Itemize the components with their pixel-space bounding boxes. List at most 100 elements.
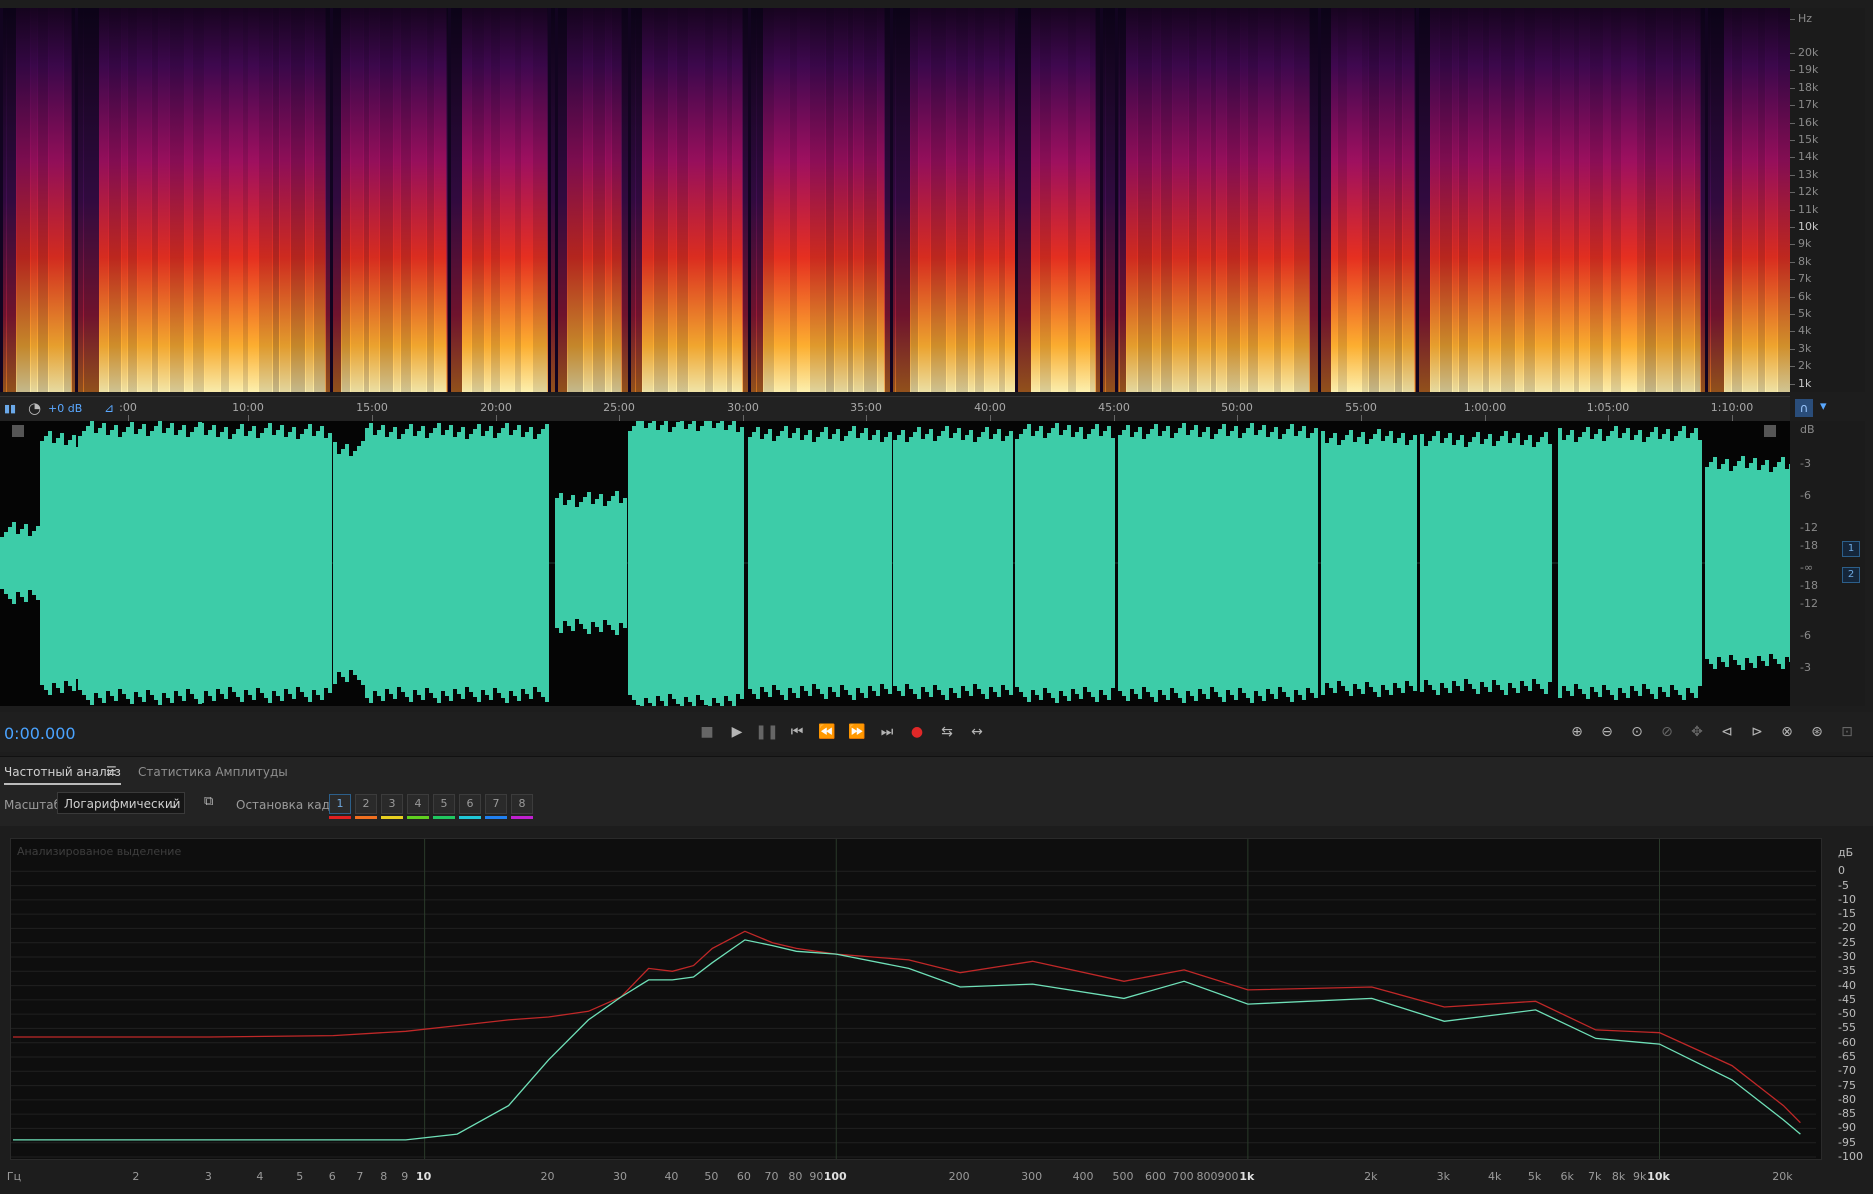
channel-toggle-left-icon[interactable] [12, 425, 24, 437]
zoom-in-time-button[interactable]: ⊲ [1715, 720, 1739, 744]
spectrogram-display[interactable] [0, 8, 1790, 392]
fast-forward-button[interactable]: ⏩ [845, 720, 869, 744]
copy-icon[interactable]: ⧉ [204, 794, 213, 809]
frame-stop-button-2[interactable]: 2 [355, 794, 377, 814]
time-ruler[interactable]: ▮▮ ◔ +0 dB ⊿ :00 10:00 15:00 20:00 25:00 30:0… [0, 396, 1827, 422]
spectrum-db-tick: -90 [1838, 1121, 1856, 1135]
waveform-sample [652, 421, 656, 706]
spectrogram-band [484, 8, 491, 392]
tab-amplitude-statistics[interactable]: Статистика Амплитуды [138, 765, 288, 779]
frame-stop-button-7[interactable]: 7 [485, 794, 507, 814]
frame-stop-button-5[interactable]: 5 [433, 794, 455, 814]
waveform-sample [150, 431, 154, 695]
waveform-sample [1099, 436, 1103, 690]
frame-stop-button-4[interactable]: 4 [407, 794, 429, 814]
spectrum-plot [11, 839, 1816, 1159]
zoom-selection-out-button[interactable]: ⊡ [1835, 720, 1859, 744]
current-time-display[interactable]: 0:00.000 [4, 724, 76, 743]
skip-selection-button[interactable]: ↔ [965, 720, 989, 744]
spectrogram-band [514, 8, 522, 392]
panel-menu-icon[interactable]: ☰ [106, 764, 117, 778]
zoom-in-amplitude-button[interactable]: ⊕ [1565, 720, 1589, 744]
frequency-tick-label: 10 [415, 1170, 432, 1183]
tab-frequency-analysis[interactable]: Частотный анализ [4, 765, 121, 785]
zoom-center-button[interactable]: ✥ [1685, 720, 1709, 744]
waveform-sample [1524, 440, 1528, 686]
frame-stop-button-3[interactable]: 3 [381, 794, 403, 814]
waveform-sample [1472, 437, 1476, 689]
waveform-sample [240, 424, 244, 702]
spectrogram-band [184, 8, 193, 392]
headphones-icon[interactable]: ∩ [1795, 399, 1813, 417]
waveform-sample [748, 437, 752, 689]
waveform-sample [1741, 456, 1745, 670]
waveform-sample [308, 424, 312, 702]
zoom-full-button[interactable]: ⊗ [1775, 720, 1799, 744]
waveform-sample [953, 433, 957, 693]
waveform-sample [1590, 439, 1594, 687]
waveform-sample [1520, 445, 1524, 681]
channel-1-badge[interactable]: 1 [1842, 541, 1860, 557]
play-button[interactable]: ▶ [725, 720, 749, 744]
hz-tick-label: 8k [1789, 254, 1812, 268]
waveform-display[interactable] [0, 421, 1790, 706]
pin-icon[interactable]: ⊿ [104, 401, 114, 415]
pause-button[interactable]: ❚❚ [755, 720, 779, 744]
waveform-sample [513, 430, 517, 696]
spectrum-db-ruler: дБ 0 -5 -10 -15 -20 -25 -30 -35 -40 -45 -50 -55 -60 -6… [1822, 834, 1873, 1164]
waveform-sample [541, 429, 545, 697]
zoom-out-full-button[interactable]: ⊛ [1805, 720, 1829, 744]
spectrogram-band [713, 8, 727, 392]
channel-toggle-right-icon[interactable] [1764, 425, 1776, 437]
waveform-sample [1329, 438, 1333, 688]
waveform-sample [893, 440, 897, 686]
waveform-sample [1158, 436, 1162, 690]
zoom-out-amplitude-button[interactable]: ⊖ [1595, 720, 1619, 744]
waveform-sample [1698, 440, 1702, 686]
spectrogram-band [653, 8, 669, 392]
frequency-analysis-chart[interactable]: Анализированое выделение [10, 838, 1822, 1160]
level-meter-icon[interactable]: ▮▮ [4, 402, 16, 415]
scale-select[interactable]: Логарифмический ⌄ [57, 792, 185, 814]
zoom-selection-button[interactable]: ⊘ [1655, 720, 1679, 744]
channel-2-badge[interactable]: 2 [1842, 567, 1860, 583]
gain-value[interactable]: +0 dB [48, 402, 82, 415]
spectrogram-band [1016, 8, 1032, 392]
waveform-sample [684, 429, 688, 697]
go-to-end-button[interactable]: ⏭ [875, 720, 899, 744]
go-to-start-button[interactable]: ⏮ [785, 720, 809, 744]
spectrogram-band [1309, 8, 1319, 392]
frame-stop-button-8[interactable]: 8 [511, 794, 533, 814]
frame-color-swatch [433, 816, 455, 819]
stop-button[interactable]: ■ [695, 720, 719, 744]
spectrum-db-tick: -35 [1838, 964, 1856, 978]
frame-stop-button-1[interactable]: 1 [329, 794, 351, 814]
gain-knob-icon[interactable]: ◔ [28, 399, 41, 417]
waveform-sample [1118, 435, 1122, 691]
waveform-sample [728, 425, 732, 701]
spectrogram-band [895, 8, 911, 392]
rewind-button[interactable]: ⏪ [815, 720, 839, 744]
hz-tick-label: 20k [1789, 46, 1819, 59]
marker-icon[interactable]: ▾ [1820, 399, 1827, 414]
spectrum-db-tick: -40 [1838, 978, 1856, 992]
waveform-sample [1071, 437, 1075, 689]
waveform-sample [1401, 433, 1405, 693]
zoom-out-time-button[interactable]: ⊳ [1745, 720, 1769, 744]
waveform-sample [1682, 426, 1686, 700]
loop-button[interactable]: ⇆ [935, 720, 959, 744]
record-button[interactable]: ● [905, 720, 929, 744]
frequency-tick-label: 800 [1196, 1170, 1218, 1183]
zoom-reset-button[interactable]: ⊙ [1625, 720, 1649, 744]
waveform-sample [381, 425, 385, 701]
frame-stop-button-6[interactable]: 6 [459, 794, 481, 814]
waveform-sample [224, 427, 228, 699]
waveform-sample [1294, 436, 1298, 690]
waveform-sample [126, 427, 130, 699]
spectrogram-band [1742, 8, 1758, 392]
waveform-sample [1424, 446, 1428, 680]
waveform-sample [1001, 441, 1005, 685]
waveform-sample [377, 430, 381, 696]
spectrogram-band [490, 8, 501, 392]
spectrogram-band [1281, 8, 1294, 392]
